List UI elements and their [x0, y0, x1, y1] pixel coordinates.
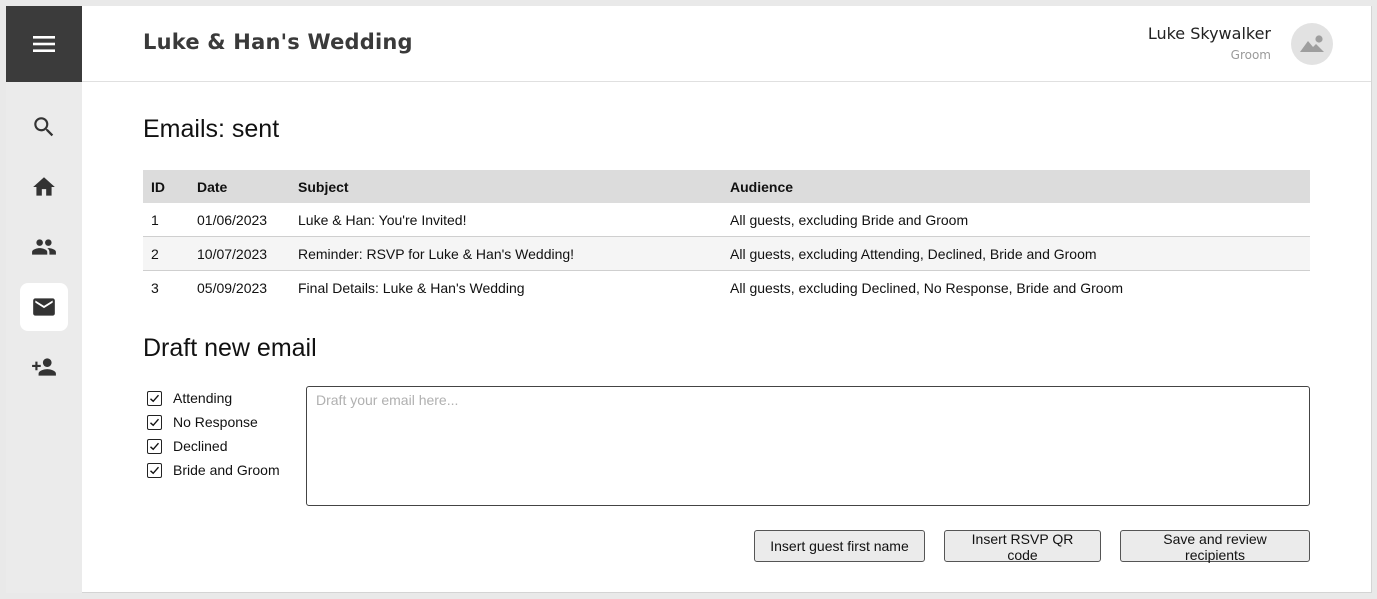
user-role: Groom	[1230, 48, 1271, 62]
search-icon	[34, 117, 54, 137]
checkmark-icon	[150, 394, 160, 402]
menu-button[interactable]	[6, 6, 82, 82]
people-icon	[32, 239, 56, 255]
sidebar	[6, 6, 82, 593]
sent-emails-table: ID Date Subject Audience 1 01/06/2023 Lu…	[143, 170, 1310, 304]
email-draft-textarea[interactable]	[306, 386, 1310, 506]
checkbox[interactable]	[147, 414, 162, 430]
filter-attending-checkbox[interactable]: Attending	[147, 386, 280, 410]
cell-id: 1	[143, 203, 189, 237]
app-window: Luke & Han's Wedding Luke Skywalker Groo…	[6, 6, 1372, 593]
sidebar-item-search[interactable]	[20, 103, 68, 151]
cell-audience: All guests, excluding Declined, No Respo…	[730, 279, 1123, 296]
cell-subject: Luke & Han: You're Invited!	[290, 203, 722, 237]
cell-subject: Reminder: RSVP for Luke & Han's Wedding!	[290, 236, 722, 271]
column-header-audience: Audience	[722, 170, 1310, 203]
sent-emails-heading: Emails: sent	[143, 115, 280, 143]
cell-date: 10/07/2023	[189, 236, 290, 271]
cell-audience: All guests, excluding Bride and Groom	[722, 203, 1310, 237]
column-header-date: Date	[189, 170, 290, 203]
cell-audience: All guests, excluding Attending, Decline…	[722, 236, 1310, 271]
insert-rsvp-qr-button[interactable]: Insert RSVP QR code	[944, 530, 1101, 563]
sidebar-item-guests[interactable]	[20, 223, 68, 271]
filter-label: No Response	[173, 414, 258, 430]
sidebar-item-add-guest[interactable]	[20, 343, 68, 391]
checkbox[interactable]	[147, 438, 162, 454]
draft-email-heading: Draft new email	[143, 334, 317, 362]
home-icon	[33, 177, 55, 196]
audience-filters: Attending No Response Declined Bride and…	[147, 386, 280, 482]
checkmark-icon	[150, 442, 160, 450]
top-bar: Luke & Han's Wedding Luke Skywalker Groo…	[82, 6, 1371, 82]
checkmark-icon	[150, 418, 160, 426]
cell-date: 01/06/2023	[189, 203, 290, 237]
checkmark-icon	[150, 466, 160, 474]
filter-no-response-checkbox[interactable]: No Response	[147, 410, 280, 434]
filter-declined-checkbox[interactable]: Declined	[147, 434, 280, 458]
table-row[interactable]: 2 10/07/2023 Reminder: RSVP for Luke & H…	[143, 236, 1310, 271]
image-placeholder-icon	[1300, 35, 1324, 52]
filter-label: Declined	[173, 438, 228, 454]
mail-icon	[33, 298, 55, 316]
table-row[interactable]: 1 01/06/2023 Luke & Han: You're Invited!…	[143, 203, 1310, 237]
sidebar-item-home[interactable]	[20, 163, 68, 211]
filter-label: Attending	[173, 390, 233, 406]
person-add-icon	[32, 358, 56, 376]
sidebar-item-emails[interactable]	[20, 283, 68, 331]
checkbox[interactable]	[147, 390, 162, 406]
avatar[interactable]	[1291, 23, 1333, 65]
table-row[interactable]: 3 05/09/2023 Final Details: Luke & Han's…	[143, 271, 1310, 305]
checkbox[interactable]	[147, 462, 162, 478]
user-name: Luke Skywalker	[1147, 24, 1271, 43]
save-review-button[interactable]: Save and review recipients	[1120, 530, 1310, 563]
cell-id: 3	[151, 279, 159, 296]
hamburger-icon	[33, 36, 55, 52]
cell-subject: Final Details: Luke & Han's Wedding	[298, 279, 525, 296]
column-header-subject: Subject	[290, 170, 722, 203]
insert-guest-name-button[interactable]: Insert guest first name	[754, 530, 925, 562]
cell-date: 05/09/2023	[197, 279, 268, 296]
column-header-id: ID	[143, 170, 189, 203]
filter-bride-groom-checkbox[interactable]: Bride and Groom	[147, 458, 280, 482]
cell-id: 2	[143, 236, 189, 271]
app-title: Luke & Han's Wedding	[143, 30, 413, 54]
table-header-row: ID Date Subject Audience	[143, 170, 1310, 203]
filter-label: Bride and Groom	[173, 462, 280, 478]
